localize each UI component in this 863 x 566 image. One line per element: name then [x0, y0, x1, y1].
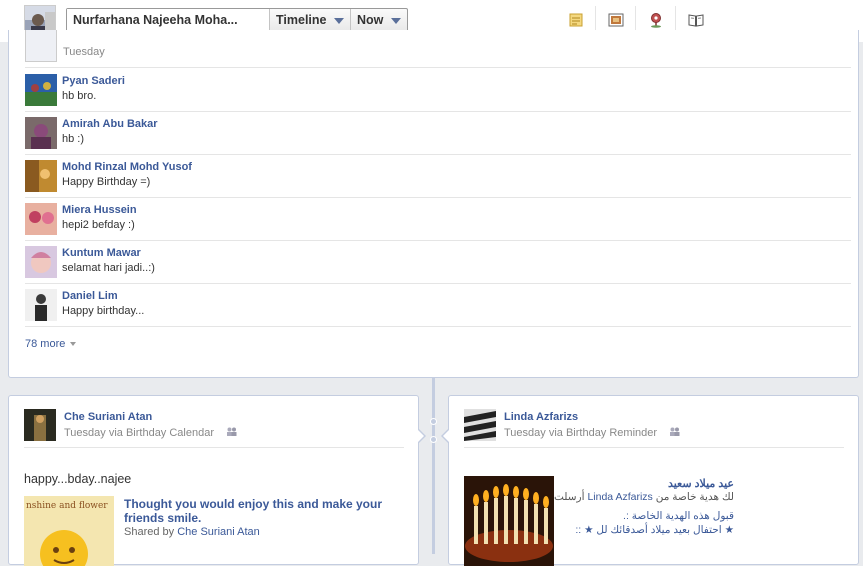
comment-text: Happy birthday...	[62, 305, 144, 317]
timeline-spine	[432, 378, 435, 554]
list-item: Amirah Abu Bakar hb :)	[25, 112, 851, 155]
now-dropdown[interactable]: Now	[351, 9, 407, 32]
comment-author[interactable]: Daniel Lim	[62, 290, 118, 302]
divider	[24, 447, 404, 448]
place-icon	[649, 12, 663, 28]
comment-author[interactable]: Pyan Saderi	[62, 75, 125, 87]
shared-title-link[interactable]: Thought you would enjoy this and make yo…	[124, 497, 394, 525]
comment-text: hepi2 befday :)	[62, 219, 135, 231]
story-meta-text: Tuesday via Birthday Calendar	[64, 427, 214, 439]
svg-text:nshine and flower: nshine and flower	[26, 501, 108, 511]
avatar[interactable]	[25, 203, 57, 235]
gift-sender-suffix: أرسلت	[554, 491, 585, 503]
avatar[interactable]	[25, 246, 57, 278]
story-meta-text: Tuesday via Birthday Reminder	[504, 427, 657, 439]
card-pointer	[441, 428, 449, 444]
story-author[interactable]: Che Suriani Atan	[64, 411, 152, 423]
gift-sender-line: لك هدية خاصة من Linda Azfarizs أرسلت	[554, 491, 734, 503]
more-comments-label: 78 more	[25, 338, 65, 350]
list-item: Daniel Lim Happy birthday...	[25, 284, 851, 327]
list-item: Miera Hussein hepi2 befday :)	[25, 198, 851, 241]
avatar[interactable]	[25, 289, 57, 321]
story-meta: Tuesday via Birthday Reminder	[504, 427, 680, 439]
profile-name-label: Nurfarhana Najeeha Moha...	[73, 9, 238, 32]
avatar[interactable]	[24, 409, 56, 441]
chevron-down-icon	[391, 18, 401, 24]
comment-author[interactable]: Amirah Abu Bakar	[62, 118, 158, 130]
day-group-header: Tuesday	[25, 30, 851, 68]
comment-text: hb bro.	[62, 90, 96, 102]
now-label: Now	[357, 9, 383, 32]
comment-text: selamat hari jadi..:)	[62, 262, 155, 274]
story-meta: Tuesday via Birthday Calendar	[64, 427, 237, 439]
audience-icon[interactable]	[226, 427, 237, 439]
shared-by-author[interactable]: Che Suriani Atan	[177, 526, 260, 538]
more-comments-link[interactable]: 78 more	[25, 338, 76, 350]
comment-author[interactable]: Mohd Rinzal Mohd Yusof	[62, 161, 192, 173]
birthday-cake-image[interactable]	[464, 476, 554, 566]
comment-author[interactable]: Kuntum Mawar	[62, 247, 141, 259]
timeline-label: Timeline	[276, 9, 326, 32]
comment-text: Happy Birthday =)	[62, 176, 150, 188]
audience-icon[interactable]	[669, 427, 680, 439]
divider	[464, 447, 844, 448]
profile-name-selector[interactable]: Nurfarhana Najeeha Moha...	[67, 9, 270, 32]
story-author[interactable]: Linda Azfarizs	[504, 411, 578, 423]
card-pointer	[418, 428, 426, 444]
chevron-down-icon	[70, 342, 76, 346]
list-item: Kuntum Mawar selamat hari jadi..:)	[25, 241, 851, 284]
timeline-dot	[430, 418, 437, 425]
timeline-dot	[430, 436, 437, 443]
avatar[interactable]	[25, 160, 57, 192]
shared-by-prefix: Shared by	[124, 526, 174, 538]
list-item: Mohd Rinzal Mohd Yusof Happy Birthday =)	[25, 155, 851, 198]
birthday-posts-box: Tuesday Pyan Saderi hb bro. Amirah Abu B…	[8, 30, 859, 378]
shared-by: Shared by Che Suriani Atan	[124, 526, 260, 538]
gift-accept-text: قبول هذه الهدية الخاصة :.	[623, 510, 734, 522]
avatar[interactable]	[25, 117, 57, 149]
timeline-dropdown[interactable]: Timeline	[270, 9, 351, 32]
avatar[interactable]	[25, 74, 57, 106]
notes-icon	[569, 13, 583, 27]
gift-sender-prefix: لك هدية خاصة من	[656, 491, 734, 503]
comment-text: hb :)	[62, 133, 84, 145]
post-message: happy...bday..najee	[24, 472, 131, 486]
avatar[interactable]	[464, 409, 496, 441]
comment-author[interactable]: Miera Hussein	[62, 204, 137, 216]
book-icon	[688, 13, 704, 27]
chevron-down-icon	[334, 18, 344, 24]
gift-sender-name[interactable]: Linda Azfarizs	[587, 491, 652, 503]
gift-celebrate-text: ★ احتفال بعيد ميلاد أصدقائك لل ★ ::	[575, 524, 734, 536]
day-label: Tuesday	[63, 46, 105, 58]
gift-title-link[interactable]: عيد ميلاد سعيد	[668, 477, 734, 490]
shared-image[interactable]: nshine and flower	[24, 496, 114, 566]
story-card-left: Che Suriani Atan Tuesday via Birthday Ca…	[8, 395, 419, 565]
story-card-right: Linda Azfarizs Tuesday via Birthday Remi…	[448, 395, 859, 565]
photo-album-icon	[608, 13, 624, 27]
list-item: Pyan Saderi hb bro.	[25, 69, 851, 112]
calendar-icon	[25, 30, 57, 62]
